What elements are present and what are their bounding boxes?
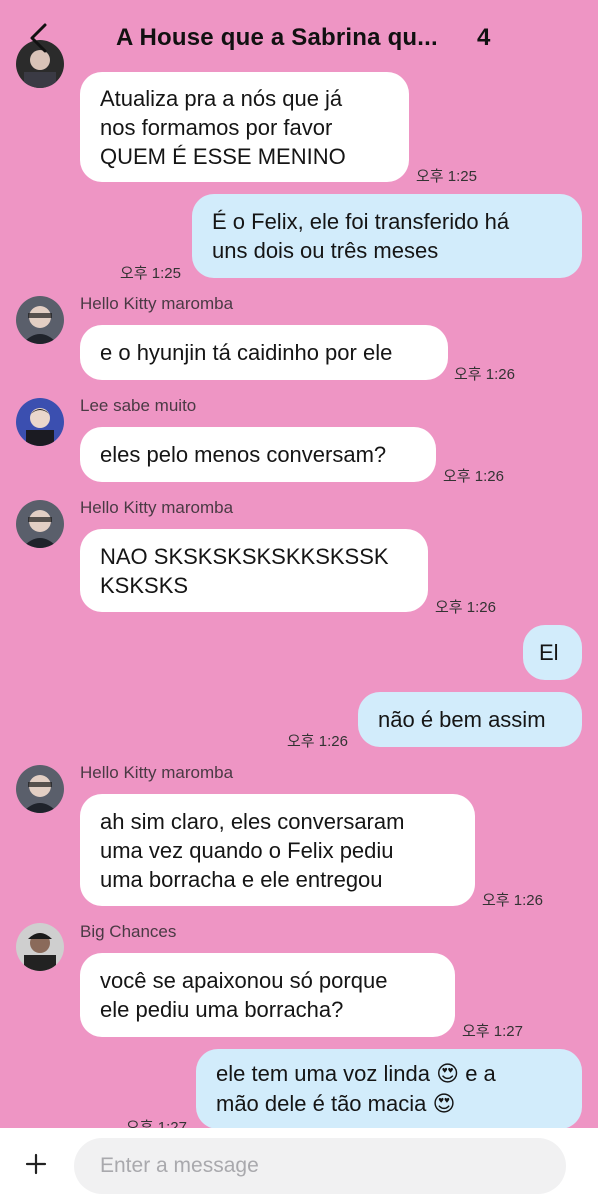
message-time: 오후 1:26: [454, 366, 515, 383]
avatar[interactable]: [16, 765, 64, 813]
chat-area: Atualiza pra a nós que já nos formamos p…: [0, 0, 598, 1200]
back-button[interactable]: [18, 20, 58, 60]
message-text-line: mão dele é tão macia 😍: [216, 1089, 562, 1119]
message-input-bar: [0, 1128, 598, 1200]
heart-eyes-emoji-icon: 😍: [436, 1062, 460, 1087]
message-text-line: ele tem uma voz linda 😍 e a: [216, 1059, 562, 1089]
sender-name: Hello Kitty maromba: [80, 294, 234, 313]
message-text: NAO SKSKSKSKSKKSKSSK KSKSKS: [100, 543, 389, 598]
message-input[interactable]: [74, 1138, 566, 1194]
message-text: e o hyunjin tá caidinho por ele: [100, 340, 393, 365]
message-bubble[interactable]: É o Felix, ele foi transferido há uns do…: [192, 194, 582, 278]
message-text: eles pelo menos conversam?: [100, 442, 387, 467]
message-time: 오후 1:27: [462, 1023, 523, 1040]
message-text: Atualiza pra a nós que já nos formamos p…: [100, 85, 346, 169]
message-text: ah sim claro, eles conversaram uma vez q…: [100, 808, 405, 892]
message-time: 오후 1:25: [120, 265, 181, 282]
message-bubble[interactable]: El: [523, 625, 582, 680]
message-bubble[interactable]: você se apaixonou só porque ele pediu um…: [80, 953, 455, 1037]
message-bubble[interactable]: ah sim claro, eles conversaram uma vez q…: [80, 794, 475, 906]
avatar[interactable]: [16, 923, 64, 971]
message-time: 오후 1:25: [416, 168, 477, 185]
message-time: 오후 1:26: [287, 733, 348, 750]
message-time: 오후 1:26: [435, 599, 496, 616]
message-text: você se apaixonou só porque ele pediu um…: [100, 968, 388, 1022]
message-text-part: mão dele é tão macia: [216, 1091, 427, 1116]
message-bubble[interactable]: eles pelo menos conversam?: [80, 427, 436, 482]
plus-icon: [25, 1153, 47, 1180]
avatar[interactable]: [16, 398, 64, 446]
message-text: É o Felix, ele foi transferido há uns do…: [212, 209, 510, 263]
back-arrow-icon: [27, 22, 49, 59]
message-text-part: e a: [465, 1061, 496, 1086]
sender-name: Big Chances: [80, 922, 177, 941]
message-time: 오후 1:26: [443, 468, 504, 485]
chat-header: A House que a Sabrina qu... 4: [0, 0, 598, 78]
message-bubble[interactable]: ele tem uma voz linda 😍 e a mão dele é t…: [196, 1049, 582, 1129]
attach-button[interactable]: [16, 1146, 56, 1186]
message-text-part: ele tem uma voz linda: [216, 1061, 430, 1086]
sender-name: Lee sabe muito: [80, 396, 197, 415]
heart-eyes-emoji-icon: 😍: [432, 1092, 456, 1117]
member-count[interactable]: 4: [477, 24, 490, 52]
message-bubble[interactable]: Atualiza pra a nós que já nos formamos p…: [80, 72, 409, 182]
sender-name: Hello Kitty maromba: [80, 498, 234, 517]
message-text: não é bem assim: [378, 707, 546, 732]
message-bubble[interactable]: e o hyunjin tá caidinho por ele: [80, 325, 448, 380]
sender-name: Hello Kitty maromba: [80, 763, 234, 782]
message-bubble[interactable]: NAO SKSKSKSKSKKSKSSK KSKSKS: [80, 529, 428, 612]
message-bubble[interactable]: não é bem assim: [358, 692, 582, 747]
avatar[interactable]: [16, 296, 64, 344]
avatar[interactable]: [16, 500, 64, 548]
chat-title[interactable]: A House que a Sabrina qu...: [116, 24, 466, 52]
message-time: 오후 1:26: [482, 892, 543, 909]
message-text: El: [539, 640, 559, 665]
